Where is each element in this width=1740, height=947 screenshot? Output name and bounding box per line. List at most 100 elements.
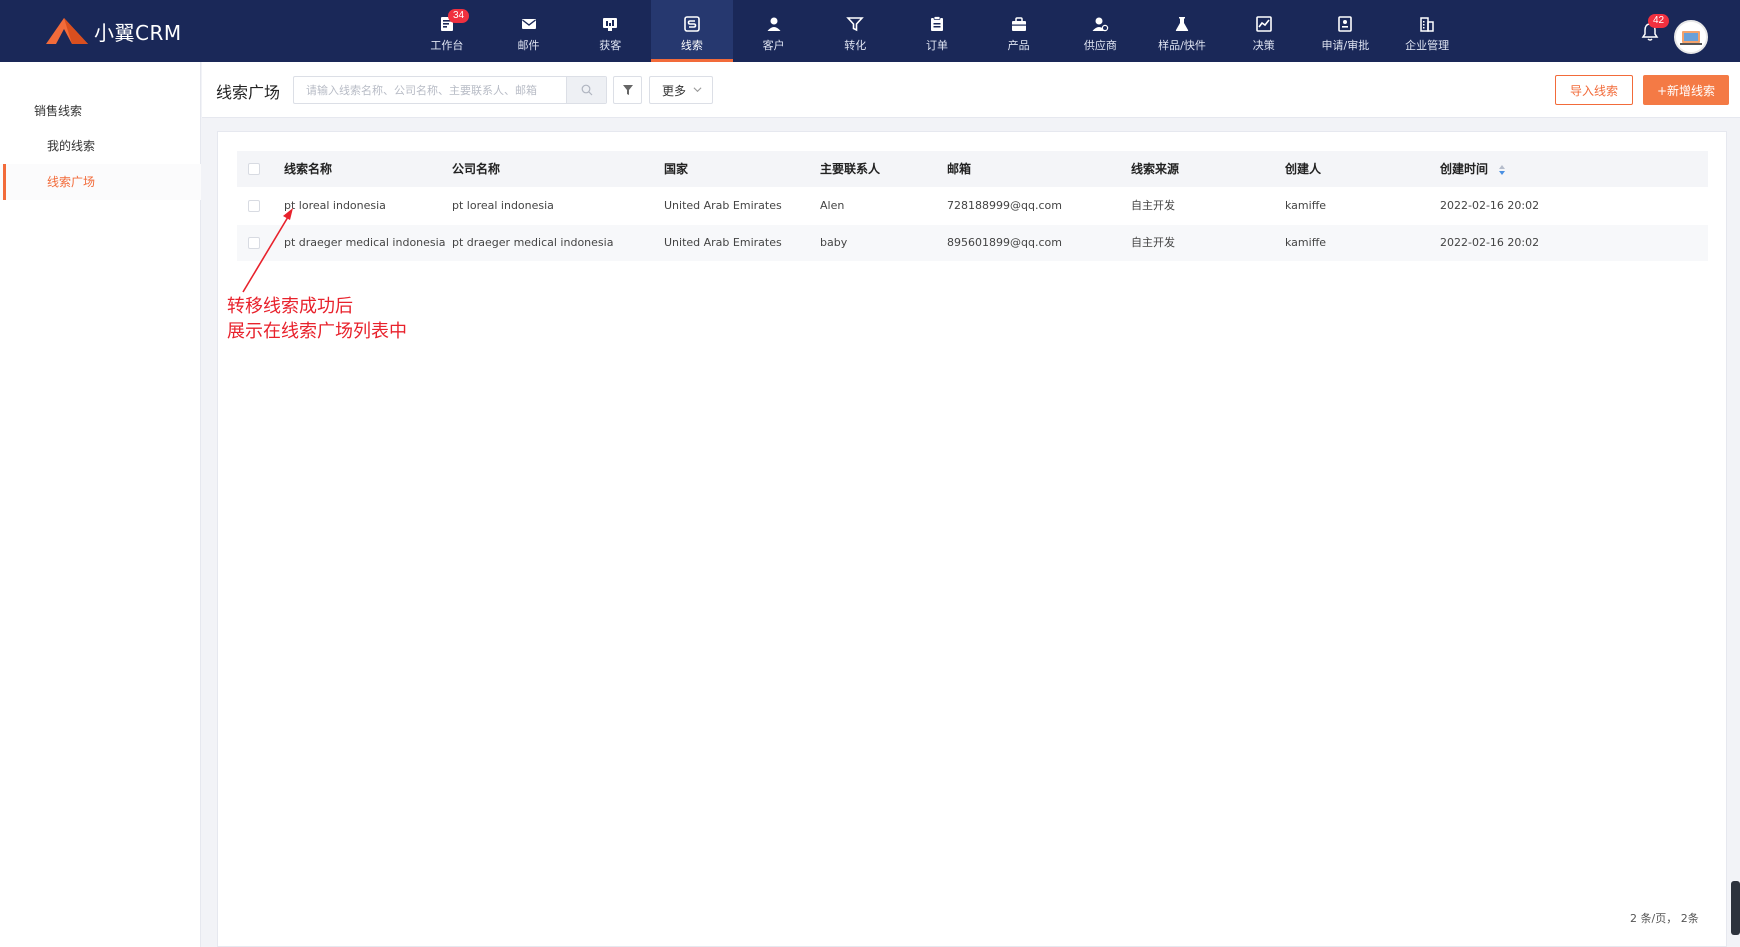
nav-item-label: 获客 [599,39,622,52]
sample-icon [1175,17,1189,31]
leads-icon [684,16,700,32]
nav-badge: 34 [448,9,470,23]
cell-company: pt draeger medical indonesia [452,236,614,249]
approval-icon [1338,16,1353,32]
logo-text: 小翼CRM [94,20,182,45]
column-header-created-time-label: 创建时间 [1440,162,1489,176]
nav-item-label: 供应商 [1083,39,1117,52]
leads-table-card: 线索名称 公司名称 国家 主要联系人 邮箱 线索来源 创建人 创建时间 pt l… [217,131,1727,947]
select-all-checkbox[interactable] [248,163,260,175]
column-header-created-time[interactable]: 创建时间 [1440,151,1506,187]
search-icon [581,84,592,96]
column-header-country[interactable]: 国家 [664,151,688,187]
nav-item-customer[interactable]: 客户 [733,0,815,62]
logo-mark-icon [46,18,88,44]
avatar[interactable] [1674,20,1708,54]
nav-item-label: 产品 [1007,39,1030,52]
column-header-source[interactable]: 线索来源 [1131,151,1179,187]
cell-lead-name[interactable]: pt draeger medical indonesia [284,225,445,261]
nav-item-dashboard[interactable]: 工作台 34 [406,0,488,62]
column-header-creator[interactable]: 创建人 [1285,151,1321,187]
table-header-row: 线索名称 公司名称 国家 主要联系人 邮箱 线索来源 创建人 创建时间 [237,151,1708,187]
search-box [293,76,607,104]
decision-icon [1255,16,1272,32]
nav-item-label: 工作台 [430,39,464,52]
more-dropdown[interactable]: 更多 [649,76,713,104]
cell-created-time: 2022-02-16 20:02 [1440,199,1540,212]
annotation-line-2: 展示在线索广场列表中 [227,321,407,342]
cell-country: United Arab Emirates [664,236,782,249]
sidebar-item-lead-plaza[interactable]: 线索广场 [0,164,201,200]
cell-source: 自主开发 [1131,199,1175,212]
cell-creator: kamiffe [1285,199,1327,212]
nav-item-leads[interactable]: 线索 [651,0,733,62]
sidebar-group-sales-leads[interactable]: 销售线索 [34,102,82,119]
notification-badge: 42 [1648,14,1670,28]
cell-creator: kamiffe [1285,236,1327,249]
nav-item-label: 申请/审批 [1321,39,1370,52]
nav-item-sample[interactable]: 样品/快件 [1141,0,1223,62]
nav-item-company[interactable]: 企业管理 [1386,0,1468,62]
supplier-icon [1092,17,1109,32]
filter-button[interactable] [613,76,642,104]
nav-item-label: 企业管理 [1405,39,1450,52]
funnel-icon [846,17,865,32]
sidebar-item-my-leads[interactable]: 我的线索 [0,128,201,164]
cell-company: pt loreal indonesia [452,199,554,212]
table-row[interactable]: pt draeger medical indonesia pt draeger … [237,225,1708,261]
nav-item-decision[interactable]: 决策 [1223,0,1305,62]
column-header-lead-name[interactable]: 线索名称 [284,151,332,187]
column-header-company[interactable]: 公司名称 [452,151,500,187]
app-logo[interactable]: 小翼CRM [44,15,182,47]
nav-item-acquire[interactable]: 获客 [569,0,651,62]
avatar-image-icon [1676,22,1706,52]
more-dropdown-label: 更多 [662,83,687,98]
main-nav: 工作台 34 邮件 获客 线索 客户 转化 订单 产品 供应商 样品/快件 决策 申请/审批 企业管理 [406,0,1468,62]
nav-item-product[interactable]: 产品 [978,0,1060,62]
acquire-icon [603,18,618,31]
nav-item-order[interactable]: 订单 [896,0,978,62]
nav-item-label: 转化 [844,39,867,52]
column-header-email[interactable]: 邮箱 [947,151,971,187]
cell-email: 895601899@qq.com [947,236,1062,249]
nav-item-label: 客户 [762,39,785,52]
nav-item-supplier[interactable]: 供应商 [1060,0,1142,62]
search-button[interactable] [566,77,606,103]
cell-contact: Alen [820,199,845,212]
add-lead-button[interactable]: +新增线索 [1643,75,1729,105]
company-icon [1420,17,1434,32]
nav-item-label: 样品/快件 [1158,39,1206,52]
scrollbar-thumb[interactable] [1731,881,1740,935]
import-leads-button[interactable]: 导入线索 [1555,75,1633,105]
annotation-line-1: 转移线索成功后 [227,296,353,317]
chevron-down-icon [693,87,702,93]
column-header-contact[interactable]: 主要联系人 [820,151,880,187]
sidebar: 销售线索 我的线索 线索广场 [0,62,201,947]
pagination-summary: 2 条/页， 2条 [1630,912,1699,925]
cell-country: United Arab Emirates [664,199,782,212]
mail-icon [521,19,536,29]
cell-created-time: 2022-02-16 20:02 [1440,236,1540,249]
nav-item-approval[interactable]: 申请/审批 [1305,0,1387,62]
cell-contact: baby [820,236,848,249]
page-title: 线索广场 [216,83,281,102]
top-navigation-bar: 小翼CRM 工作台 34 邮件 获客 线索 客户 转化 订单 产品 供应商 样品/快件 决策 申请/审批… [0,0,1740,62]
cell-email: 728188999@qq.com [947,199,1062,212]
nav-item-mail[interactable]: 邮件 [488,0,570,62]
order-icon [930,16,943,31]
nav-item-label: 邮件 [517,39,540,52]
sort-icon[interactable] [1498,164,1506,176]
nav-item-funnel[interactable]: 转化 [814,0,896,62]
page-header: 线索广场 更多 导入线索 +新增线索 [202,62,1740,118]
filter-icon [622,85,633,95]
product-icon [1011,17,1026,31]
annotation-arrow-icon [242,208,293,293]
customer-icon [767,17,781,31]
table-row[interactable]: pt loreal indonesia pt loreal indonesia … [237,188,1708,224]
cell-source: 自主开发 [1131,236,1175,249]
search-input[interactable] [294,77,564,103]
nav-item-label: 线索 [680,39,703,52]
annotation-note: 转移线索成功后 展示在线索广场列表中 [227,294,407,344]
nav-item-label: 决策 [1252,39,1275,52]
nav-item-label: 订单 [925,39,948,52]
